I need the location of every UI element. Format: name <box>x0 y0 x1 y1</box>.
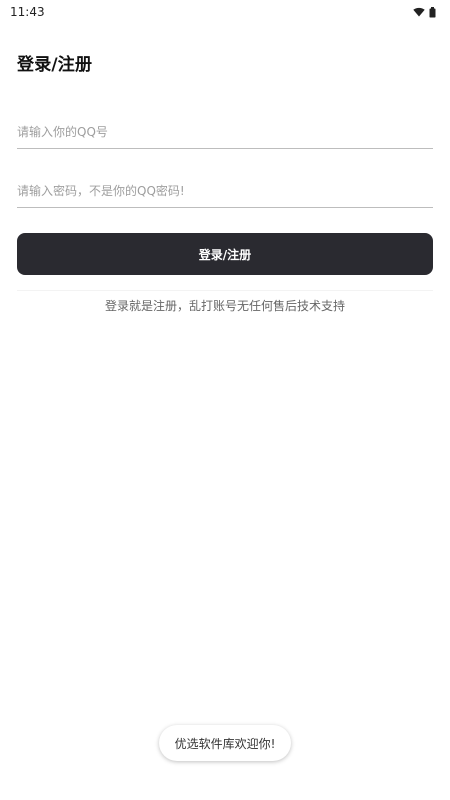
qq-input[interactable] <box>17 125 433 139</box>
notice-text: 登录就是注册，乱打账号无任何售后技术支持 <box>104 299 345 313</box>
wifi-icon <box>413 7 425 17</box>
page-title: 登录/注册 <box>17 55 93 75</box>
login-register-button[interactable]: 登录/注册 <box>17 233 433 275</box>
toast: 优选软件库欢迎你! <box>159 725 291 761</box>
toast-text: 优选软件库欢迎你! <box>174 736 276 751</box>
qq-field <box>17 109 433 149</box>
battery-icon <box>429 6 436 18</box>
login-register-button-label: 登录/注册 <box>198 247 252 262</box>
password-field <box>17 168 433 208</box>
status-bar: 11:43 <box>0 0 450 24</box>
notice: 登录就是注册，乱打账号无任何售后技术支持 <box>17 290 433 320</box>
login-screen: 11:43 登录/注册 登录/注册 登录就是注册，乱打账号无任何售后技术支持 <box>0 0 450 800</box>
status-time: 11:43 <box>10 5 45 19</box>
password-input[interactable] <box>17 184 433 198</box>
status-icons <box>413 6 436 18</box>
